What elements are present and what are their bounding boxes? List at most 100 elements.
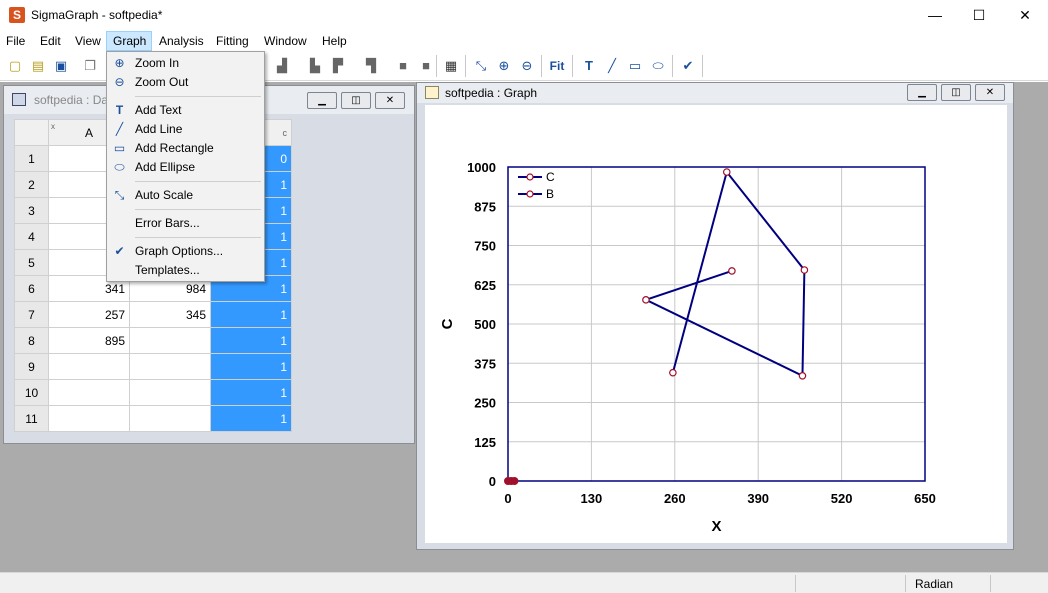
zoom-out-icon: ⊖ (114, 75, 125, 89)
menu-error-bars[interactable]: Error Bars... (107, 214, 264, 233)
ellipse-icon[interactable]: ⬭ (648, 56, 668, 76)
graph-window-title: softpedia : Graph (445, 86, 538, 100)
menu-graph[interactable]: Graph (106, 31, 152, 51)
row-number[interactable]: 5 (14, 249, 49, 276)
menu-add-text-label: Add Text (135, 103, 182, 117)
rectangle-icon[interactable]: ▭ (625, 56, 645, 76)
insert-row-icon[interactable]: ▛ (328, 56, 348, 76)
cell-b[interactable] (129, 379, 211, 406)
data-window-minimize-button[interactable]: ▁ (307, 92, 337, 109)
cell-b[interactable]: 345 (129, 301, 211, 328)
menu-add-line[interactable]: ╱ Add Line (107, 120, 264, 139)
cell-c[interactable]: 1 (210, 327, 292, 354)
line-icon[interactable]: ╱ (602, 56, 622, 76)
x-tick-label: 520 (831, 491, 853, 506)
menu-add-ellipse[interactable]: ⬭ Add Ellipse (107, 158, 264, 177)
graph-window-close-button[interactable]: ✕ (975, 84, 1005, 101)
cell-c[interactable]: 1 (210, 301, 292, 328)
cell-b[interactable] (129, 405, 211, 432)
menu-zoom-in[interactable]: ⊕ Zoom In (107, 54, 264, 73)
menu-view[interactable]: View (75, 31, 101, 51)
menu-zoom-out-label: Zoom Out (135, 75, 189, 89)
graph-window[interactable]: softpedia : Graph ▁ ◫ ✕ 0 130 260 390 520 650… (416, 82, 1014, 550)
menu-bar: File Edit View Graph Analysis Fitting Wi… (0, 31, 1048, 51)
menu-add-text[interactable]: T Add Text (107, 101, 264, 120)
cell-a[interactable]: 257 (48, 301, 130, 328)
paste-icon[interactable]: ▟ (272, 56, 292, 76)
cell-a[interactable] (48, 353, 130, 380)
graph-window-restore-button[interactable]: ◫ (941, 84, 971, 101)
new-icon[interactable]: ▢ (5, 56, 25, 76)
delete-icon[interactable]: ▜ (361, 56, 381, 76)
cell-c[interactable]: 1 (210, 405, 292, 432)
cell-a[interactable]: 895 (48, 327, 130, 354)
row-number[interactable]: 10 (14, 379, 49, 406)
check-icon[interactable]: ✔ (678, 56, 698, 76)
minimize-button[interactable]: — (912, 0, 958, 31)
menu-templates-label: Templates... (135, 263, 200, 277)
x-tick-label: 260 (664, 491, 686, 506)
open-icon[interactable]: ▤ (28, 56, 48, 76)
row-number[interactable]: 7 (14, 301, 49, 328)
grid-corner[interactable] (14, 119, 49, 146)
zoom-out-icon[interactable]: ⊖ (517, 56, 537, 76)
menu-file[interactable]: File (6, 31, 25, 51)
y-tick-label: 875 (474, 199, 496, 214)
cell-b[interactable] (129, 327, 211, 354)
text-icon[interactable]: T (579, 56, 599, 76)
row-number[interactable]: 11 (14, 405, 49, 432)
cell-c[interactable]: 1 (210, 353, 292, 380)
legend-marker (526, 190, 534, 198)
autoscale-icon[interactable]: ⤡ (471, 56, 491, 76)
zoom-in-icon[interactable]: ⊕ (494, 56, 514, 76)
chart-svg[interactable]: 0 130 260 390 520 650 0 125 250 375 500 625 750 875 10… (425, 105, 1007, 543)
menu-add-rectangle[interactable]: ▭ Add Rectangle (107, 139, 264, 158)
row-number[interactable]: 1 (14, 145, 49, 172)
row-number[interactable]: 6 (14, 275, 49, 302)
menu-templates[interactable]: Templates... (107, 261, 264, 280)
menu-auto-scale[interactable]: ⤡ Auto Scale (107, 186, 264, 205)
clear-icon[interactable]: ■ (416, 56, 436, 76)
menu-edit[interactable]: Edit (40, 31, 61, 51)
row-number[interactable]: 3 (14, 197, 49, 224)
autoscale-icon: ⤡ (114, 188, 125, 202)
insert-col-icon[interactable]: ▙ (305, 56, 325, 76)
table-row[interactable]: 91 (14, 353, 292, 380)
plot-area[interactable]: 0 130 260 390 520 650 0 125 250 375 500 625 750 875 10… (425, 105, 1007, 543)
cell-a[interactable] (48, 379, 130, 406)
cell-c[interactable]: 1 (210, 379, 292, 406)
data-point (800, 266, 809, 274)
table-row[interactable]: 10 1 (14, 379, 292, 406)
save-icon[interactable]: ▣ (51, 56, 71, 76)
row-number[interactable]: 8 (14, 327, 49, 354)
x-tick-label: 0 (504, 491, 511, 506)
row-number[interactable]: 9 (14, 353, 49, 380)
menu-fitting[interactable]: Fitting (216, 31, 249, 51)
column-a-label: A (84, 125, 93, 140)
y-tick-label: 750 (474, 239, 496, 254)
app-icon: S (9, 7, 25, 23)
menu-window[interactable]: Window (264, 31, 307, 51)
table-row[interactable]: 7 257 345 1 (14, 301, 292, 328)
close-button[interactable]: ✕ (1002, 0, 1048, 31)
fill-icon[interactable]: ■ (393, 56, 413, 76)
data-window-close-button[interactable]: ✕ (375, 92, 405, 109)
cell-b[interactable] (129, 353, 211, 380)
datasheet-icon[interactable]: ▦ (441, 56, 461, 76)
cell-a[interactable] (48, 405, 130, 432)
row-number[interactable]: 2 (14, 171, 49, 198)
menu-zoom-out[interactable]: ⊖ Zoom Out (107, 73, 264, 92)
graph-window-titlebar[interactable]: softpedia : Graph ▁ ◫ ✕ (417, 83, 1013, 103)
menu-help[interactable]: Help (322, 31, 347, 51)
text-icon: T (115, 103, 124, 117)
graph-window-minimize-button[interactable]: ▁ (907, 84, 937, 101)
menu-analysis[interactable]: Analysis (159, 31, 204, 51)
maximize-button[interactable]: ☐ (956, 0, 1002, 31)
table-row[interactable]: 8 895 1 (14, 327, 292, 354)
table-row[interactable]: 11 1 (14, 405, 292, 432)
menu-graph-options[interactable]: ✔ Graph Options... (107, 242, 264, 261)
data-window-restore-button[interactable]: ◫ (341, 92, 371, 109)
fit-icon[interactable]: Fit (547, 56, 567, 76)
row-number[interactable]: 4 (14, 223, 49, 250)
copy-icon[interactable]: ❐ (80, 56, 100, 76)
